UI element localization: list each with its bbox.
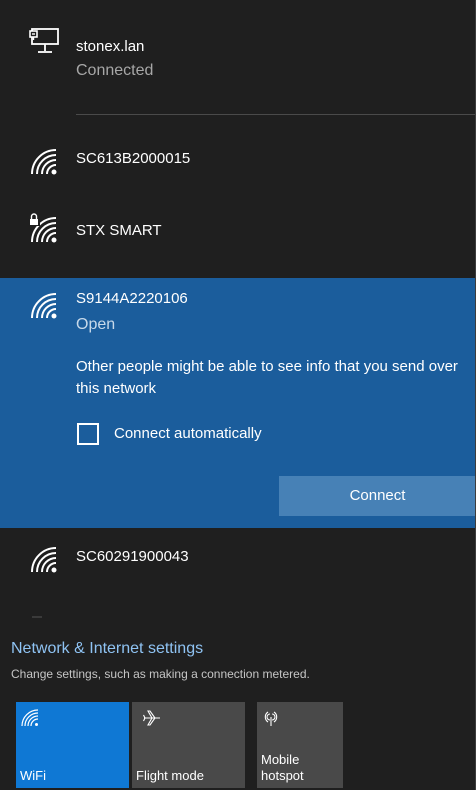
network-name: SC613B2000015: [76, 150, 191, 167]
wifi-signal-icon: [31, 547, 57, 573]
wifi-tile-label: WiFi: [20, 768, 46, 783]
connect-automatically-label[interactable]: Connect automatically: [114, 425, 262, 442]
flight-mode-tile-label: Flight mode: [136, 768, 204, 783]
wifi-icon: [21, 709, 39, 727]
wifi-secured-icon: [28, 212, 57, 243]
network-item[interactable]: STX SMART: [0, 198, 476, 258]
connect-button[interactable]: Connect: [279, 476, 476, 516]
network-flyout: stonex.lan Connected SC613B2000015 STX S…: [0, 0, 476, 790]
selected-network-name: S9144A2220106: [76, 290, 188, 307]
connected-network-status: Connected: [76, 62, 154, 79]
network-item[interactable]: SC60291900043: [0, 530, 476, 590]
connected-network-name: stonex.lan: [76, 38, 145, 55]
network-settings-link[interactable]: Network & Internet settings: [11, 640, 203, 658]
wifi-toggle-tile[interactable]: WiFi: [16, 702, 129, 788]
flight-mode-tile[interactable]: Flight mode: [132, 702, 245, 788]
divider: [76, 114, 476, 115]
network-name: SC60291900043: [76, 548, 189, 565]
network-item[interactable]: SC613B2000015: [0, 130, 476, 190]
wifi-signal-icon: [31, 149, 57, 175]
selected-network-status: Open: [76, 316, 116, 333]
ethernet-icon: [29, 28, 59, 53]
mobile-hotspot-tile-label: Mobile hotspot: [261, 752, 304, 783]
network-name: STX SMART: [76, 222, 162, 239]
connected-network-item[interactable]: stonex.lan Connected: [0, 0, 476, 114]
wifi-signal-icon: [31, 293, 57, 319]
mobile-hotspot-tile[interactable]: Mobile hotspot: [257, 702, 343, 788]
airplane-icon: [143, 710, 160, 726]
hotspot-icon: [264, 711, 278, 726]
connect-automatically-checkbox[interactable]: [77, 423, 99, 445]
network-settings-description: Change settings, such as making a connec…: [11, 667, 310, 681]
scroll-hint: [32, 616, 42, 618]
open-network-warning: Other people might be able to see info t…: [76, 358, 458, 397]
